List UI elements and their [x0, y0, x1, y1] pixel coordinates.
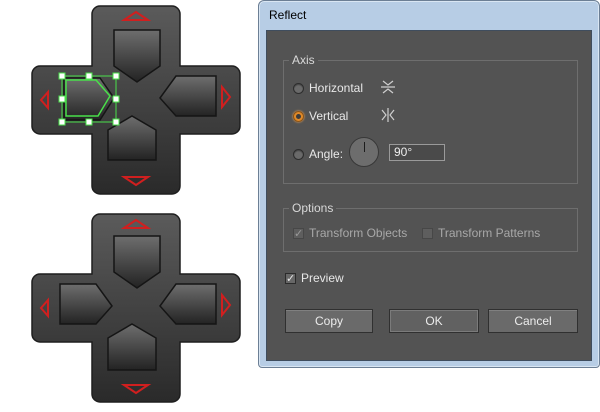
angle-label: Angle: — [309, 147, 344, 161]
angle-input[interactable]: 90° — [389, 144, 445, 161]
angle-radio[interactable] — [293, 148, 304, 160]
axis-legend: Axis — [289, 53, 318, 67]
reflect-vertical-icon — [381, 108, 395, 122]
transform-patterns-row[interactable]: Transform Patterns — [422, 226, 540, 240]
ok-button[interactable]: OK — [389, 309, 479, 333]
transform-patterns-label: Transform Patterns — [438, 226, 541, 240]
horizontal-radio[interactable] — [293, 82, 304, 94]
dialog-titlebar[interactable]: Reflect — [259, 1, 599, 31]
preview-label: Preview — [301, 271, 344, 285]
dialog-title: Reflect — [269, 8, 307, 22]
transform-objects-row[interactable]: ✓ Transform Objects — [293, 226, 407, 240]
horizontal-radio-row[interactable]: Horizontal — [293, 81, 363, 95]
vertical-radio[interactable] — [293, 110, 304, 122]
dpad-illustration-bottom — [0, 204, 258, 412]
options-legend: Options — [289, 201, 337, 215]
dpad-bottom-svg — [31, 213, 241, 403]
copy-button[interactable]: Copy — [285, 309, 373, 333]
vertical-radio-row[interactable]: Vertical — [293, 109, 348, 123]
angle-dial[interactable] — [349, 137, 379, 167]
cancel-button[interactable]: Cancel — [488, 309, 578, 333]
angle-radio-row[interactable]: Angle: — [293, 147, 343, 161]
transform-objects-label: Transform Objects — [309, 226, 408, 240]
dpad-illustration-top — [0, 0, 258, 200]
reflect-dialog: Reflect Axis Horizontal Vertical Angle: … — [258, 0, 600, 368]
horizontal-label: Horizontal — [309, 81, 364, 95]
transform-objects-checkbox[interactable]: ✓ — [293, 227, 304, 239]
preview-checkbox[interactable]: ✓ — [285, 272, 296, 284]
dialog-body: Axis Horizontal Vertical Angle: 90° Opti… — [266, 30, 592, 361]
transform-patterns-checkbox[interactable] — [422, 227, 433, 239]
vertical-label: Vertical — [309, 109, 349, 123]
dpad-top-svg — [31, 5, 241, 195]
reflect-horizontal-icon — [381, 80, 395, 94]
preview-row[interactable]: ✓ Preview — [285, 271, 344, 285]
